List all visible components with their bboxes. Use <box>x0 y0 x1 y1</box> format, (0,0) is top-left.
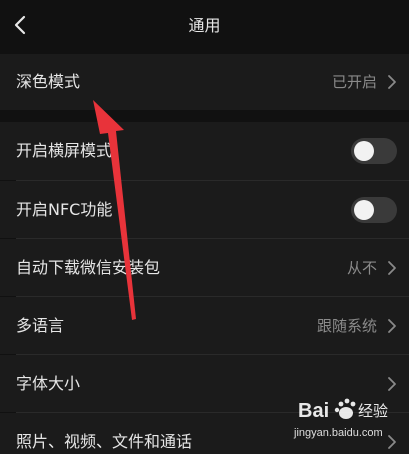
baidu-jingyan-logo: Bai 经验 <box>298 398 388 422</box>
row-label: 深色模式 <box>16 72 81 91</box>
nfc-toggle[interactable] <box>351 197 397 223</box>
row-label: 开启NFC功能 <box>16 200 113 219</box>
row-label: 照片、视频、文件和通话 <box>16 432 193 451</box>
watermark-url: jingyan.baidu.com <box>294 427 383 439</box>
row-label: 多语言 <box>16 316 65 335</box>
chevron-right-icon <box>388 319 396 333</box>
chevron-right-icon <box>388 435 396 449</box>
nav-bar: 通用 <box>0 0 409 50</box>
settings-row-nfc: 开启NFC功能 <box>0 181 409 238</box>
row-label: 开启横屏模式 <box>16 141 113 160</box>
row-label: 自动下载微信安装包 <box>16 258 161 277</box>
toggle-knob <box>354 200 374 220</box>
settings-row-auto-download[interactable]: 自动下载微信安装包 从不 <box>0 239 409 296</box>
row-value: 跟随系统 <box>316 317 377 335</box>
row-value: 已开启 <box>331 73 377 91</box>
settings-row-language[interactable]: 多语言 跟随系统 <box>0 297 409 354</box>
chevron-right-icon <box>388 377 396 391</box>
row-value: 从不 <box>346 259 377 277</box>
landscape-toggle[interactable] <box>351 138 397 164</box>
settings-row-landscape: 开启横屏模式 <box>0 122 409 180</box>
settings-row-dark-mode[interactable]: 深色模式 已开启 <box>0 54 409 110</box>
chevron-right-icon <box>388 261 396 275</box>
settings-screen: 通用 深色模式 已开启 开启横屏模式 开启NFC功能 自动下载微信安装包 从不 … <box>0 0 409 454</box>
toggle-knob <box>354 141 374 161</box>
page-title: 通用 <box>188 16 221 35</box>
chevron-right-icon <box>388 75 396 89</box>
logo-suffix: 经验 <box>358 402 388 420</box>
row-label: 字体大小 <box>16 374 81 393</box>
paw-icon <box>334 398 356 419</box>
logo-text: Bai <box>298 400 329 422</box>
